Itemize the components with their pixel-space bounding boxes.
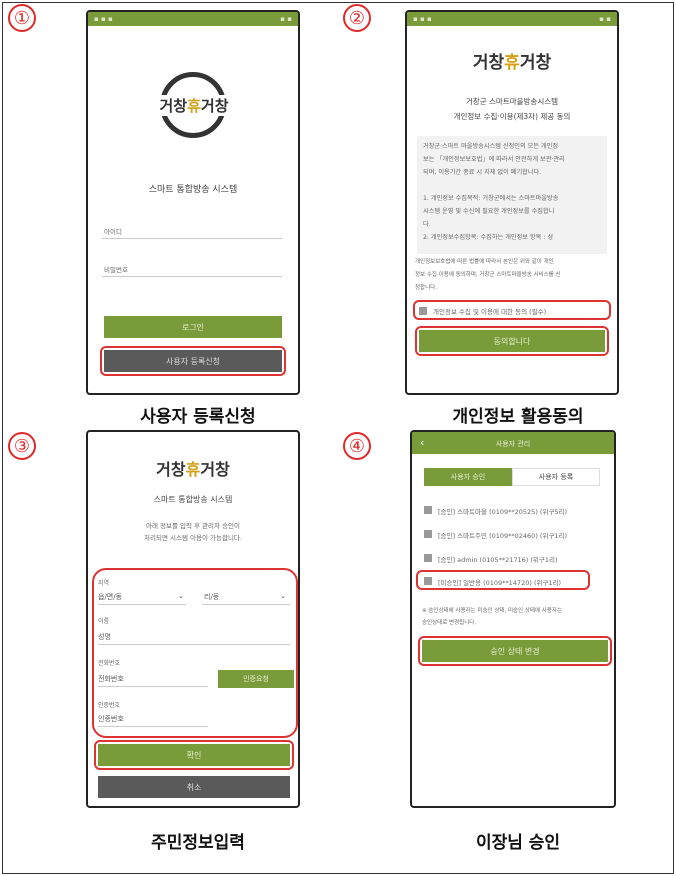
notice-line: 개인정보보호법에 따른 법률에 따라서 본인은 위와 같이 개인	[415, 259, 554, 265]
instruction-1: 아래 정보를 입력 후 관리자 승인이	[145, 522, 241, 530]
highlight-box	[413, 300, 611, 320]
password-input[interactable]: 비밀번호	[104, 264, 128, 274]
step-number-4: ④	[343, 432, 371, 460]
logo-text-right: 거창	[200, 97, 229, 115]
system-title: 스마트 통합방송 시스템	[148, 185, 238, 195]
step-number-2: ②	[343, 4, 371, 32]
consent-notice: 개인정보보호법에 따른 법률에 따라서 본인은 위와 같이 개인 정보 수집·이…	[415, 256, 561, 295]
consent-line: 거창군 스마트 마을방송시스템 신청인의 모든 개인정	[423, 143, 559, 150]
consent-line: 1. 개인정보 수집목적: 거창군에서는 스마트마을방송	[423, 195, 559, 202]
user-checkbox[interactable]	[424, 530, 432, 538]
logo-mark: 휴	[185, 460, 201, 479]
note-line-2: 승인상태로 변경됩니다.	[422, 620, 477, 626]
consent-line: 다.	[423, 221, 431, 228]
password-underline	[102, 276, 282, 277]
logo-text-left: 거창	[156, 460, 186, 479]
consent-heading-1: 거창군 스마트마을방송시스템	[465, 97, 559, 106]
status-bar: ▪ ▪ ▪ ▪ ▪	[88, 12, 298, 26]
user-row: [승인] 스마트주민 (0109**02460) (위구1리)	[438, 532, 568, 540]
instruction-2: 처리되면 시스템 이용이 가능합니다.	[144, 534, 242, 542]
logo-text-left: 거창	[472, 53, 505, 73]
logo-text-right: 거창	[519, 53, 552, 73]
consent-line: 시스템 운영 및 수신에 필요한 개인정보를 수집합니	[423, 208, 555, 215]
highlight-box	[415, 326, 609, 356]
caption-step-4: 이장님 승인	[475, 833, 561, 853]
logo-mark: 휴	[504, 53, 520, 73]
status-bar: ▪ ▪ ▪ ▪ ▪	[407, 12, 617, 26]
user-row: [승인] 스마트마을 (0109**20525) (위구5리)	[438, 508, 568, 516]
user-checkbox[interactable]	[424, 554, 432, 562]
tab-user-approve[interactable]: 사용자 승인	[424, 468, 512, 486]
step-number-3: ③	[8, 432, 36, 460]
app-logo: 거창휴거창	[407, 48, 617, 73]
consent-line: 보는 「개인정보보호법」에 따라서 안전하게 보관·관리	[423, 156, 565, 163]
highlight-box	[100, 346, 286, 376]
caption-step-1: 사용자 등록신청	[140, 407, 256, 427]
phone-screen-consent: ▪ ▪ ▪ ▪ ▪ 거창휴거창 거창군 스마트마을방송시스템 개인정보 수집·이용…	[405, 10, 619, 395]
app-logo: 거창휴거창	[88, 456, 298, 480]
step-number-1: ①	[8, 4, 36, 32]
highlight-box	[94, 740, 294, 770]
phone-screen-login: ▪ ▪ ▪ ▪ ▪ 거창휴거창 스마트 통합방송 시스템 아이디 비밀번호 로그인…	[86, 10, 300, 395]
consent-heading-2: 개인정보 수집·이용(제3자) 제공 동의	[453, 112, 571, 121]
notice-line: 정보 수집·이용에 동의하며, 거창군 스마트마을방송 서비스를 신	[415, 272, 561, 278]
logo-text-right: 거창	[200, 460, 230, 479]
consent-text-box[interactable]: 거창군 스마트 마을방송시스템 신청인의 모든 개인정 보는 「개인정보보호법」…	[417, 136, 607, 254]
system-title: 스마트 통합방송 시스템	[153, 495, 233, 504]
tab-user-register[interactable]: 사용자 등록	[512, 468, 600, 486]
phone-screen-resident-info: 거창휴거창 스마트 통합방송 시스템 아래 정보를 입력 후 관리자 승인이 처…	[86, 430, 300, 808]
phone-screen-user-admin: ‹ 사용자 관리 사용자 승인 사용자 등록 [승인] 스마트마을 (0109*…	[410, 430, 616, 808]
caption-step-2: 개인정보 활용동의	[452, 407, 584, 427]
highlight-box	[92, 568, 298, 738]
app-logo: 거창휴거창	[148, 95, 240, 116]
header-title: 사용자 관리	[495, 440, 531, 448]
logo-mark: 휴	[187, 97, 201, 115]
user-checkbox[interactable]	[424, 506, 432, 514]
caption-step-3: 주민정보입력	[151, 833, 245, 853]
note-line-1: ※ 승인상태에 사용자는 미승인 상태, 미승인 상태에 사용자는	[422, 608, 563, 614]
login-button[interactable]: 로그인	[104, 316, 282, 338]
consent-line: 되며, 이용기간 종료 시 지체 없이 폐기합니다.	[423, 169, 542, 176]
user-row: [승인] admin (0105**21716) (위구1리)	[438, 556, 558, 564]
highlight-box	[418, 636, 612, 666]
highlight-box	[416, 570, 590, 590]
consent-line	[423, 179, 601, 192]
id-input[interactable]: 아이디	[104, 226, 122, 236]
logo-text-left: 거창	[159, 97, 188, 115]
cancel-button[interactable]: 취소	[98, 776, 290, 798]
consent-line: 2. 개인정보수집항목: 수집하는 개인정보 항목 : 성	[423, 234, 554, 241]
id-underline	[102, 238, 282, 239]
notice-line: 청합니다.	[415, 285, 437, 291]
